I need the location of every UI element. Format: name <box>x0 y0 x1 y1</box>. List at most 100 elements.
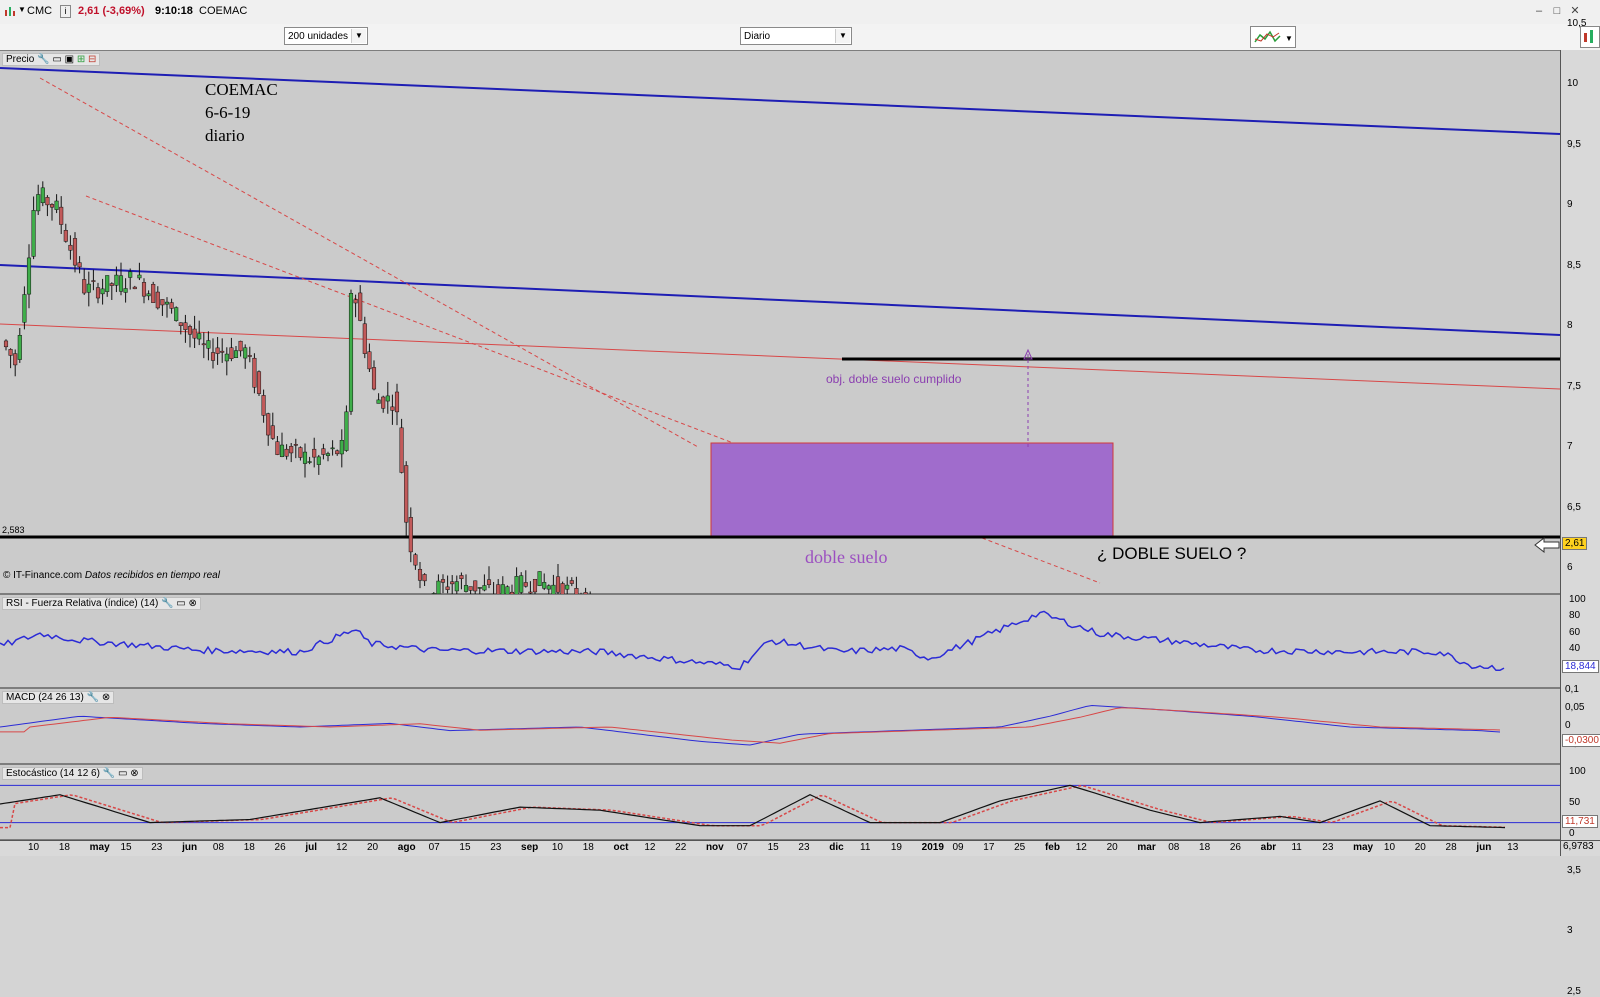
time-axis-label: 26 <box>274 842 286 853</box>
double-bottom-annotation: doble suelo <box>805 547 888 567</box>
price-axis-tick: 6 <box>1567 562 1573 573</box>
candle <box>45 197 50 206</box>
settings-button[interactable] <box>1580 26 1600 48</box>
chart-toolbar: 200 unidades ▼ Diario ▼ ▼ <box>0 24 1600 51</box>
time-axis-label: 19 <box>890 842 902 853</box>
time-axis-label: 23 <box>490 842 502 853</box>
candle <box>413 554 418 566</box>
window-icon[interactable]: ▭ <box>52 54 61 65</box>
candle <box>367 351 372 370</box>
symbol-dropdown-icon[interactable]: ▼ <box>18 5 26 14</box>
time-axis-label: 13 <box>1507 842 1519 853</box>
candle <box>141 282 147 297</box>
wrench-icon[interactable]: 🔧 <box>103 768 115 779</box>
maximize-panel-icon[interactable]: ▣ <box>65 54 74 65</box>
candle <box>450 581 455 585</box>
stochastic-axis[interactable]: 100 50 0 <box>1560 764 1600 840</box>
time-axis-label: 15 <box>767 842 779 853</box>
time-axis-label: 20 <box>1106 842 1118 853</box>
question-annotation: ¿ DOBLE SUELO ? <box>1097 544 1247 563</box>
candle <box>335 450 340 455</box>
indicator-menu-button[interactable]: ▼ <box>1250 26 1296 48</box>
period-select[interactable]: Diario ▼ <box>740 27 852 45</box>
wrench-icon[interactable]: 🔧 <box>87 692 99 703</box>
rsi-line <box>0 610 1505 672</box>
add-indicator-icon[interactable]: ⊞ <box>77 54 85 65</box>
minimize-icon[interactable]: – <box>1532 4 1546 18</box>
remove-indicator-icon[interactable]: ⊟ <box>88 54 96 65</box>
candle <box>8 349 13 356</box>
close-icon[interactable]: ✕ <box>1568 4 1582 18</box>
time-axis-label: 20 <box>1414 842 1426 853</box>
price-axis-tick: 10,5 <box>1567 17 1587 29</box>
period-select-value: Diario <box>744 31 771 42</box>
time-axis[interactable]: 10 18 may 15 23 jun 08 18 26 jul 12 20 ago 07 15 23 sep 1… <box>0 840 1560 856</box>
time-axis-label: 2019 <box>921 842 944 853</box>
macd-panel: MACD (24 26 13) 🔧 ⊗ <box>0 688 1560 764</box>
time-axis-label: 26 <box>1229 842 1241 853</box>
rsi-panel: RSI - Fuerza Relativa (índice) (14) 🔧 ▭ … <box>0 594 1560 688</box>
realtime-label: Datos recibidos en tiempo real <box>84 570 220 581</box>
stochastic-panel: Estocástico (14 12 6) 🔧 ▭ ⊗ <box>0 764 1560 840</box>
candle <box>298 447 303 458</box>
time-axis-label: 18 <box>1199 842 1211 853</box>
candle <box>174 307 179 321</box>
wrench-icon[interactable]: 🔧 <box>37 54 49 65</box>
candle <box>26 257 32 295</box>
quote-time: 9:10:18 <box>155 5 193 17</box>
candle <box>261 395 266 416</box>
candle <box>496 584 501 595</box>
candle <box>422 574 427 582</box>
candle <box>454 581 459 592</box>
units-select[interactable]: 200 unidades ▼ <box>284 27 368 45</box>
price-axis-tick: 2,5 <box>1567 985 1581 997</box>
candle <box>307 461 312 463</box>
candle <box>151 284 156 303</box>
wrench-icon[interactable]: 🔧 <box>161 598 173 609</box>
price-axis-tick: 3 <box>1567 925 1573 936</box>
rsi-axis-tick: 40 <box>1569 643 1581 655</box>
candle <box>224 353 229 362</box>
candle <box>514 576 519 595</box>
close-panel-icon[interactable]: ⊗ <box>102 692 110 703</box>
close-panel-icon[interactable]: ⊗ <box>130 768 138 779</box>
stochastic-panel-label: Estocástico (14 12 6) 🔧 ▭ ⊗ <box>2 767 143 780</box>
time-axis-label: 17 <box>983 842 995 853</box>
window-icon[interactable]: ▭ <box>176 598 185 609</box>
maximize-icon[interactable]: □ <box>1550 4 1564 18</box>
macd-axis[interactable]: 0,10,050-0,05 <box>1560 684 1600 764</box>
chart-icon[interactable] <box>4 5 16 17</box>
candle <box>284 448 289 457</box>
candle <box>22 294 27 323</box>
time-axis-label: may <box>89 842 110 853</box>
price-axis[interactable]: 10,5109,598,587,576,565,554,543,532,5 <box>1560 18 1600 997</box>
stochastic-d-line <box>0 785 1506 829</box>
candle <box>312 448 317 458</box>
stochastic-axis-tick: 0 <box>1569 828 1575 839</box>
time-axis-label: 10 <box>551 842 563 853</box>
rsi-panel-label: RSI - Fuerza Relativa (índice) (14) 🔧 ▭ … <box>2 597 201 610</box>
candle <box>399 427 404 473</box>
time-axis-label: 25 <box>1014 842 1026 853</box>
candle <box>146 293 151 297</box>
candle <box>123 288 128 293</box>
chart-settings-icon <box>1584 30 1593 43</box>
time-axis-label: 07 <box>736 842 748 853</box>
macd-axis-tick: 0,05 <box>1565 702 1585 713</box>
window-icon[interactable]: ▭ <box>118 768 127 779</box>
candle <box>54 200 59 210</box>
title-bar: ▼ CMC i 2,61 (-3,69%) 9:10:18 COEMAC – □… <box>0 0 1600 25</box>
candle <box>279 444 285 457</box>
candle <box>473 580 478 592</box>
candle <box>302 451 308 464</box>
rsi-axis[interactable]: 10080604020 <box>1560 594 1600 688</box>
candle <box>408 517 413 553</box>
copyright-label: © IT-Finance.com <box>3 570 83 581</box>
info-icon[interactable]: i <box>60 5 71 18</box>
symbol-label[interactable]: CMC <box>27 5 52 17</box>
stochastic-axis-tick: 100 <box>1569 766 1586 777</box>
time-axis-label: 11 <box>860 842 871 853</box>
candle <box>201 343 206 346</box>
close-panel-icon[interactable]: ⊗ <box>189 598 197 609</box>
copyright-text: © IT-Finance.com Datos recibidos en tiem… <box>3 570 220 581</box>
